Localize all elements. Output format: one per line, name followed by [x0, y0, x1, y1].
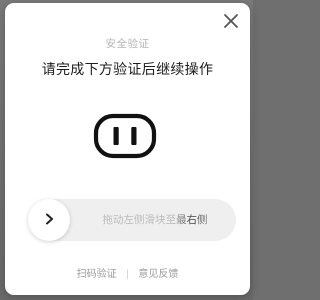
slider-track[interactable]: 拖动左侧滑块至最右侧: [28, 199, 236, 241]
security-verification-dialog: 安全验证 请完成下方验证后继续操作 拖动左侧滑块至最右侧 扫码验证 | 意见反馈: [5, 3, 250, 295]
slider-handle[interactable]: [28, 199, 70, 241]
dialog-subtitle: 安全验证: [105, 38, 150, 50]
outlet-face-icon: [93, 113, 157, 159]
feedback-link[interactable]: 意见反馈: [138, 269, 178, 280]
dialog-footer: 扫码验证 | 意见反馈: [5, 265, 250, 280]
close-icon[interactable]: [222, 12, 240, 30]
dialog-title: 请完成下方验证后继续操作: [41, 62, 214, 78]
footer-separator: |: [125, 269, 130, 280]
scan-verify-link[interactable]: 扫码验证: [77, 269, 117, 280]
chevron-right-icon: [42, 211, 56, 230]
slider-hint: 拖动左侧滑块至最右侧: [86, 199, 224, 241]
